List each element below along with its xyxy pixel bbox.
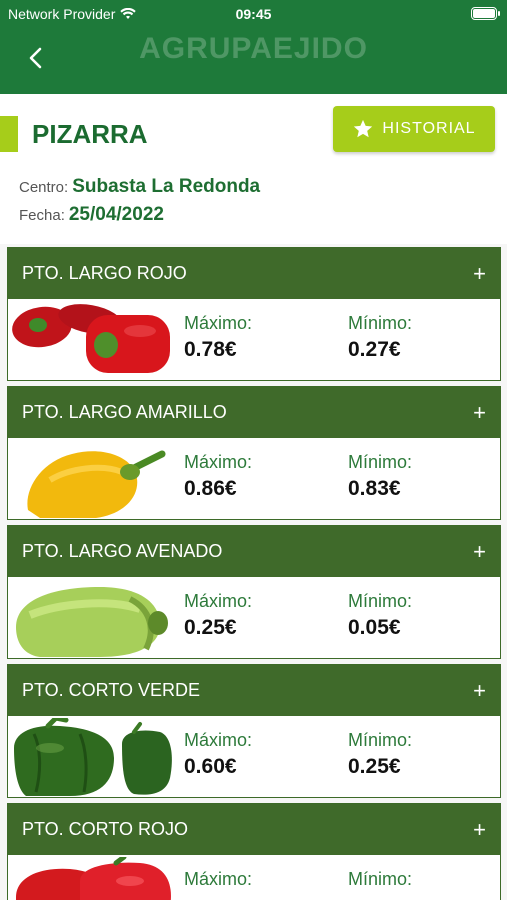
max-price: 0.60€ [184,755,237,778]
product-card: PTO. CORTO VERDE + Máximo: 0.60€ Mínimo:… [7,664,501,798]
expand-plus-icon[interactable]: + [473,817,486,843]
min-column: Mínimo: 0.27€ [348,313,412,362]
max-column: Máximo: 0.86€ [184,452,252,501]
product-card: PTO. CORTO ROJO + Máximo: Mínimo: [7,803,501,900]
max-label: Máximo: [184,730,253,750]
page-title: PIZARRA [32,119,148,149]
max-column: Máximo: 0.60€ [184,730,252,779]
top-bar: Network Provider 09:45 AGRUPAEJIDO [0,0,507,94]
expand-plus-icon[interactable]: + [473,539,486,565]
product-card-body: Máximo: 0.25€ Mínimo: 0.05€ [8,577,500,659]
product-card-body: Máximo: 0.78€ Mínimo: 0.27€ [8,299,500,381]
red-pepper-image [10,301,172,379]
product-list: PTO. LARGO ROJO + Máximo: 0.78€ Mínimo: … [7,247,501,900]
product-card-header[interactable]: PTO. CORTO ROJO + [8,804,500,855]
historial-label: HISTORIAL [382,120,476,137]
green-pepper-image [10,718,172,796]
centro-row: Centro: Subasta La Redonda [19,176,260,198]
fecha-row: Fecha: 25/04/2022 [19,204,164,226]
yellow-pepper-image [10,440,172,518]
product-card: PTO. LARGO AVENADO + Máximo: 0.25€ Mínim… [7,525,501,659]
max-price: 0.78€ [184,338,237,361]
max-column: Máximo: [184,869,252,894]
expand-plus-icon[interactable]: + [473,400,486,426]
light-green-pepper-image [10,579,172,657]
product-name: PTO. CORTO VERDE [22,680,201,700]
min-price: 0.05€ [348,616,401,639]
fecha-value: 25/04/2022 [68,204,164,225]
min-label: Mínimo: [348,313,413,333]
max-price: 0.86€ [184,477,237,500]
product-card: PTO. LARGO AMARILLO + Máximo: 0.86€ Míni… [7,386,501,520]
min-label: Mínimo: [348,869,413,889]
min-price: 0.83€ [348,477,401,500]
max-label: Máximo: [184,869,253,889]
max-label: Máximo: [184,313,253,333]
min-price: 0.27€ [348,338,401,361]
min-column: Mínimo: 0.83€ [348,452,412,501]
back-chevron-icon[interactable] [22,44,50,72]
max-label: Máximo: [184,591,253,611]
page-header: PIZARRA HISTORIAL Centro: Subasta La Redo… [0,94,507,244]
min-label: Mínimo: [348,452,413,472]
red-pepper-image [10,857,172,900]
product-card-body: Máximo: 0.60€ Mínimo: 0.25€ [8,716,500,798]
max-label: Máximo: [184,452,253,472]
min-column: Mínimo: 0.25€ [348,730,412,779]
brand-logo: AGRUPAEJIDO [139,32,368,65]
product-name: PTO. LARGO AMARILLO [22,402,227,422]
min-column: Mínimo: [348,869,412,894]
product-card-header[interactable]: PTO. LARGO AVENADO + [8,526,500,577]
max-price: 0.25€ [184,616,237,639]
expand-plus-icon[interactable]: + [473,261,486,287]
min-column: Mínimo: 0.05€ [348,591,412,640]
product-card-header[interactable]: PTO. LARGO AMARILLO + [8,387,500,438]
product-name: PTO. LARGO AVENADO [22,541,223,561]
product-card: PTO. LARGO ROJO + Máximo: 0.78€ Mínimo: … [7,247,501,381]
centro-value: Subasta La Redonda [72,176,261,197]
min-price: 0.25€ [348,755,401,778]
product-card-body: Máximo: Mínimo: [8,855,500,900]
expand-plus-icon[interactable]: + [473,678,486,704]
clock: 09:45 [235,6,272,22]
title-accent-bar [0,116,18,152]
max-column: Máximo: 0.25€ [184,591,252,640]
product-card-body: Máximo: 0.86€ Mínimo: 0.83€ [8,438,500,520]
battery-icon [471,7,500,20]
historial-button[interactable]: HISTORIAL [333,106,495,152]
fecha-label: Fecha: [19,207,65,224]
product-card-header[interactable]: PTO. LARGO ROJO + [8,248,500,299]
centro-label: Centro: [19,179,69,196]
app-screen: Network Provider 09:45 AGRUPAEJIDO PIZAR… [0,0,507,900]
product-card-header[interactable]: PTO. CORTO VERDE + [8,665,500,716]
product-name: PTO. CORTO ROJO [22,819,189,839]
product-name: PTO. LARGO ROJO [22,263,187,283]
star-icon [354,119,373,138]
max-column: Máximo: 0.78€ [184,313,252,362]
min-label: Mínimo: [348,730,413,750]
status-bar: Network Provider 09:45 [0,0,507,28]
min-label: Mínimo: [348,591,413,611]
